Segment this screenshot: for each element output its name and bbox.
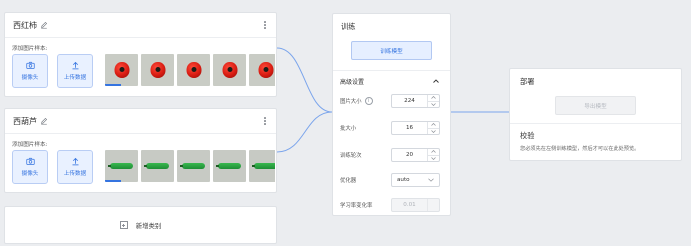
connector-class2-to-train	[276, 111, 333, 153]
sample-thumbnail[interactable]	[177, 54, 210, 86]
sample-hint: 添加图片样本:	[12, 46, 48, 52]
connector-class1-to-train	[276, 47, 333, 113]
validate-title: 校验	[520, 131, 535, 140]
class-card-header: 西红柿	[5, 13, 276, 38]
class-name[interactable]: 西红柿	[13, 20, 37, 31]
camera-icon	[25, 157, 35, 165]
epochs-stepper[interactable]: 20	[391, 148, 440, 162]
param-label: 图片大小	[340, 99, 362, 105]
lr-change-stepper: 0.01	[391, 198, 440, 212]
stepper-value[interactable]: 16	[392, 122, 427, 134]
camera-icon	[25, 61, 35, 69]
class-card-tomato: 西红柿 添加图片样本: 摄像头 上传数据	[4, 12, 277, 97]
sample-thumbnails	[105, 150, 275, 182]
class-name[interactable]: 西葫芦	[13, 116, 37, 127]
deploy-title: 部署	[520, 77, 535, 86]
sample-hint: 添加图片样本:	[12, 142, 48, 148]
camera-label: 摄像头	[21, 171, 39, 177]
more-options-icon[interactable]	[262, 21, 268, 29]
class-card-zucchini: 西葫芦 添加图片样本: 摄像头 上传数据	[4, 108, 277, 193]
sample-thumbnail[interactable]	[177, 150, 210, 182]
upload-button[interactable]: 上传数据	[57, 150, 93, 184]
decrement-icon[interactable]	[428, 129, 439, 135]
sample-thumbnail[interactable]	[105, 54, 138, 86]
sample-thumbnail[interactable]	[249, 54, 275, 86]
class-card-header: 西葫芦	[5, 109, 276, 134]
add-class-label: 新增类别	[135, 221, 162, 230]
param-lr-change: 学习率变化率 0.01	[340, 198, 440, 212]
camera-button[interactable]: 摄像头	[12, 150, 48, 184]
sample-thumbnail[interactable]	[105, 150, 138, 182]
param-label: 训练轮次	[340, 153, 362, 159]
deploy-panel: 部署 导出模型 校验 您必须先在左侧训练模型，然后才可以在此处预览。	[509, 68, 682, 161]
param-image-size: 图片大小 i 224	[340, 94, 440, 108]
param-label: 批大小	[340, 126, 357, 132]
advanced-settings-toggle[interactable]: 高级设置	[333, 71, 450, 91]
sample-thumbnail[interactable]	[141, 54, 174, 86]
info-icon[interactable]: i	[364, 97, 373, 105]
image-size-stepper[interactable]: 224	[391, 94, 440, 108]
upload-label: 上传数据	[63, 171, 87, 177]
camera-label: 摄像头	[21, 75, 39, 81]
chevron-down-icon	[428, 178, 434, 182]
param-epochs: 训练轮次 20	[340, 148, 440, 162]
export-model-button: 导出模型	[555, 96, 636, 115]
param-optimizer: 优化器 auto	[340, 173, 440, 187]
param-batch-size: 批大小 16	[340, 121, 440, 135]
more-options-icon[interactable]	[262, 117, 268, 125]
sample-thumbnail[interactable]	[213, 150, 246, 182]
optimizer-select[interactable]: auto	[391, 173, 440, 187]
decrement-icon[interactable]	[428, 102, 439, 108]
batch-size-stepper[interactable]: 16	[391, 121, 440, 135]
sample-thumbnails	[105, 54, 275, 86]
param-label: 学习率变化率	[340, 203, 373, 209]
decrement-icon[interactable]	[428, 156, 439, 162]
validate-message: 您必须先在左侧训练模型，然后才可以在此处预览。	[520, 146, 640, 152]
select-value: auto	[397, 177, 410, 183]
sample-thumbnail[interactable]	[249, 150, 275, 182]
training-title: 训练	[341, 22, 356, 31]
stepper-value: 0.01	[403, 202, 416, 208]
add-class-button[interactable]: 新增类别	[4, 206, 277, 244]
advanced-settings-title: 高级设置	[340, 78, 365, 86]
stepper-value[interactable]: 224	[392, 95, 427, 107]
param-label: 优化器	[340, 178, 357, 184]
training-panel: 训练 训练模型 高级设置 图片大小 i 224 批大小 16 训练轮次 20 优…	[332, 13, 451, 216]
chevron-up-icon	[433, 79, 439, 83]
stepper-value[interactable]: 20	[392, 149, 427, 161]
sample-thumbnail[interactable]	[141, 150, 174, 182]
upload-button[interactable]: 上传数据	[57, 54, 93, 88]
edit-icon[interactable]	[40, 21, 48, 29]
upload-icon	[72, 61, 78, 70]
camera-button[interactable]: 摄像头	[12, 54, 48, 88]
plus-icon	[119, 221, 128, 229]
sample-thumbnail[interactable]	[213, 54, 246, 86]
upload-label: 上传数据	[63, 75, 87, 81]
train-model-button[interactable]: 训练模型	[351, 41, 432, 60]
upload-icon	[72, 157, 78, 166]
edit-icon[interactable]	[40, 117, 48, 125]
